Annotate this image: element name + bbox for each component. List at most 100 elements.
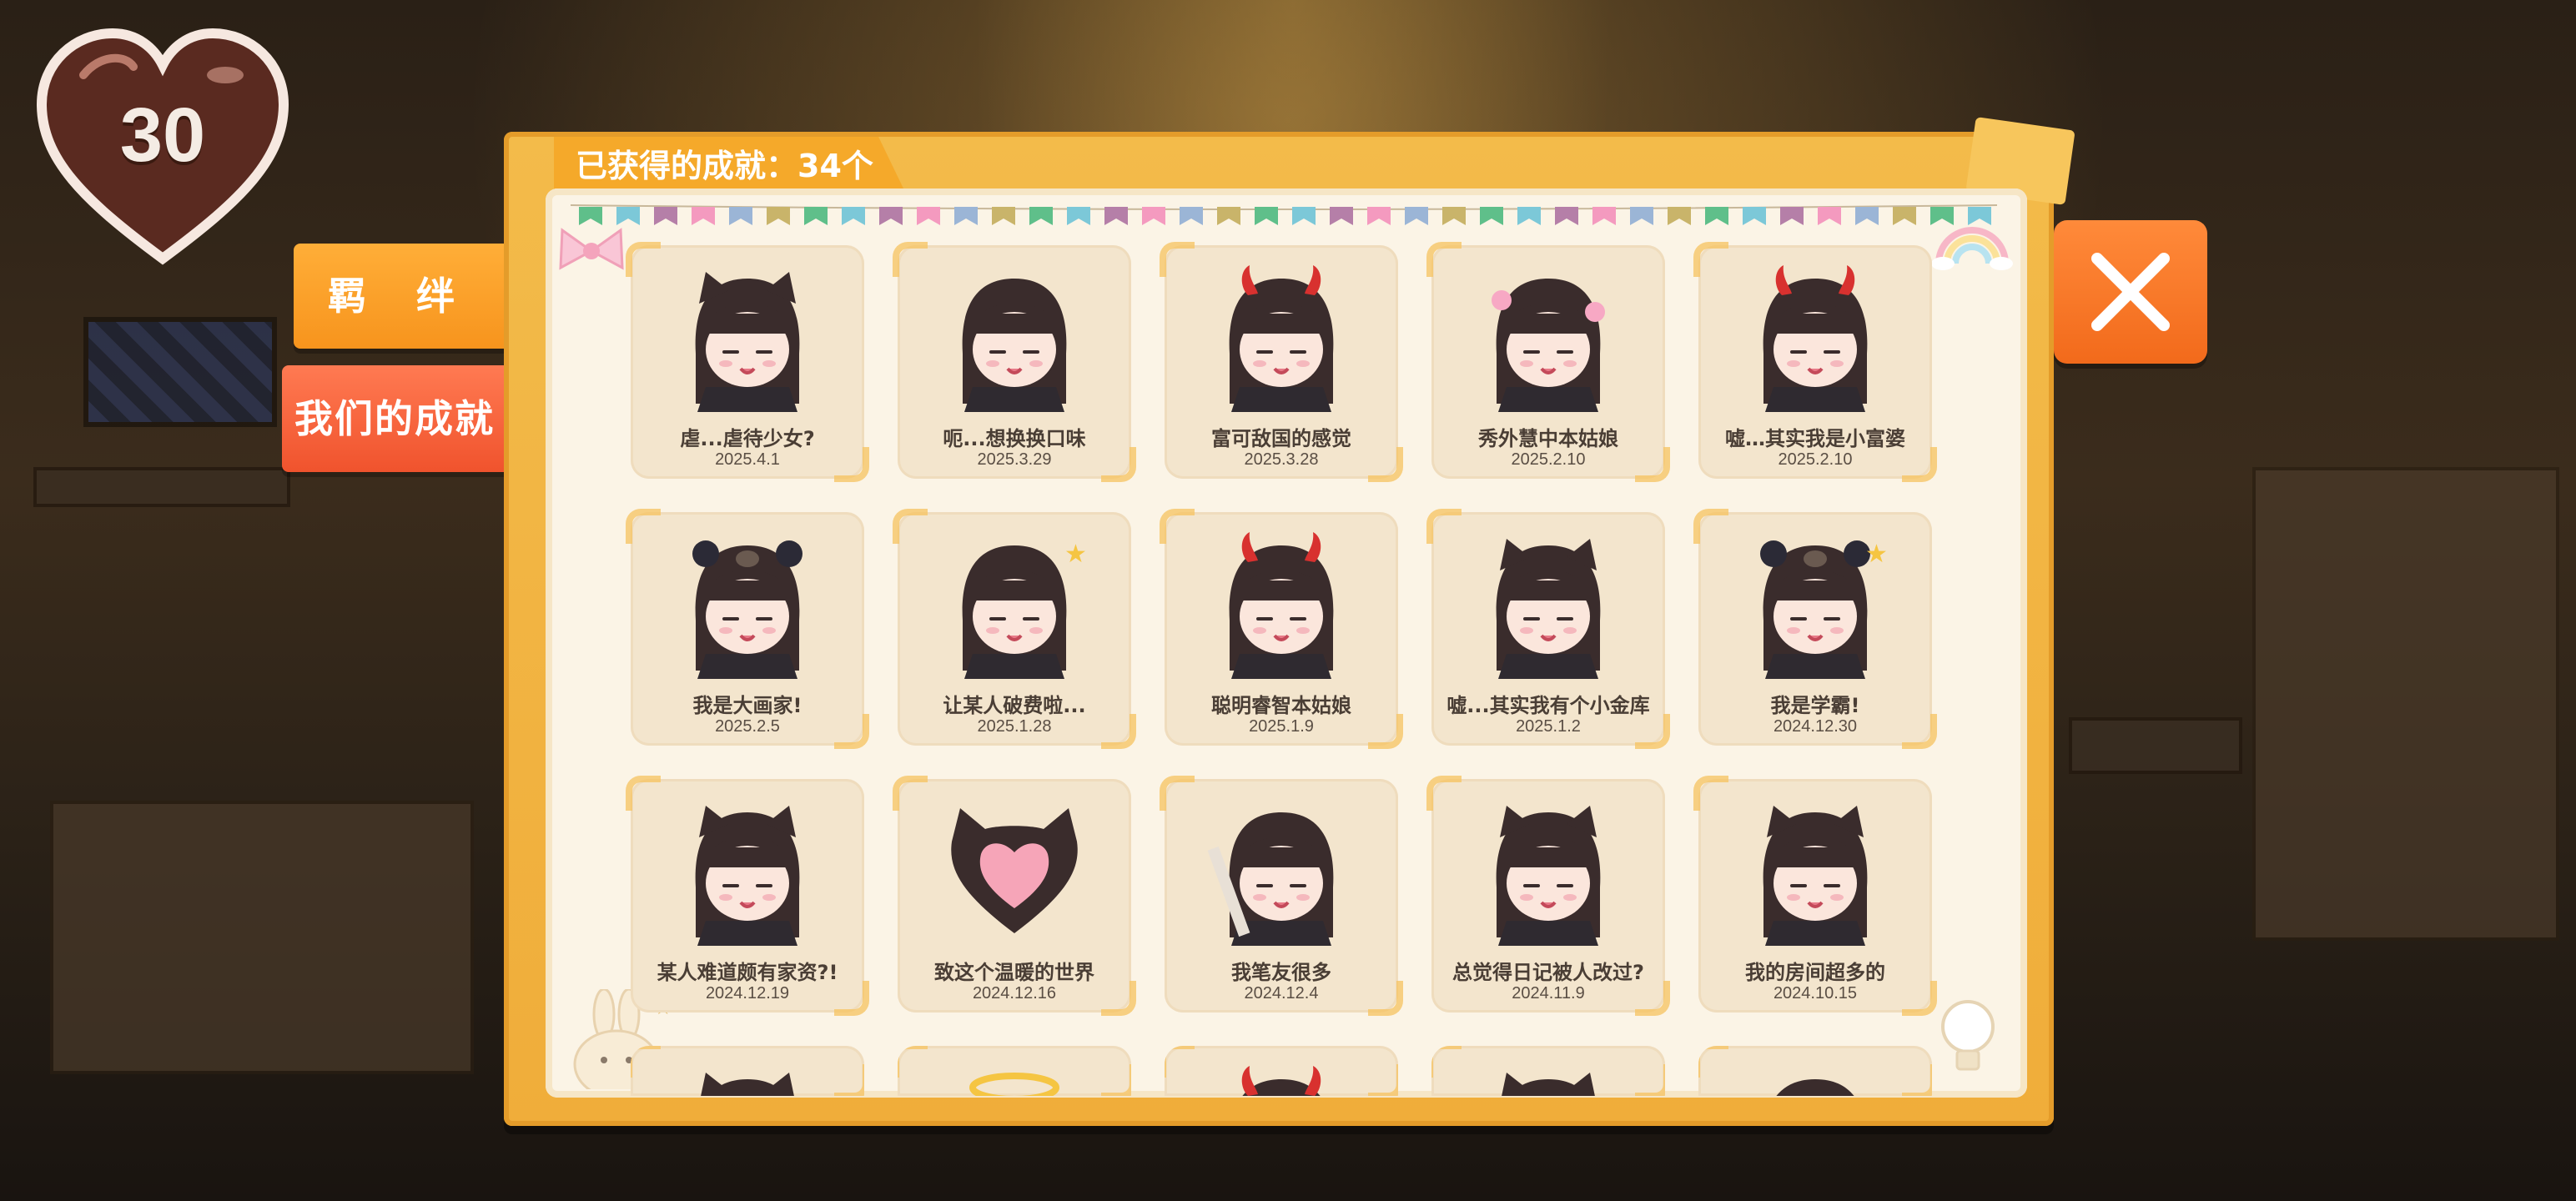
- bunting-flag: [1442, 207, 1466, 225]
- achievement-card[interactable]: 富可敌国的感觉 2025.3.28: [1160, 242, 1403, 482]
- bear-hood-girl-icon: [692, 540, 802, 679]
- card-corner-decoration: [1160, 509, 1195, 544]
- achievement-card[interactable]: [1698, 1046, 1932, 1096]
- achievement-title: 致这个温暖的世界: [934, 961, 1094, 984]
- devil-girl-wink-icon: [1763, 265, 1868, 412]
- bunting-flag: [1255, 207, 1278, 225]
- achievement-card[interactable]: 某人难道颇有家资?! 2024.12.19: [626, 776, 869, 1016]
- achievement-card[interactable]: 聪明睿智本姑娘 2025.1.9: [1160, 509, 1403, 749]
- card-corner-decoration: [626, 509, 661, 544]
- halo-icon: [969, 1073, 1059, 1096]
- achievement-title: 聪明睿智本姑娘: [1211, 694, 1351, 717]
- girl-sparkle-icon: ★: [962, 540, 1087, 679]
- svg-text:★: ★: [1064, 540, 1087, 569]
- bunting-flag: [1705, 207, 1728, 225]
- card-corner-decoration: [626, 776, 661, 811]
- rainbow-icon: [1931, 227, 2013, 270]
- card-corner-decoration: [1165, 1046, 1195, 1078]
- bunting-flag: [1029, 207, 1053, 225]
- achievement-card[interactable]: 嘘...其实我有个小金库 2025.1.2: [1426, 509, 1670, 749]
- achievement-title: 总觉得日记被人改过?: [1452, 961, 1644, 984]
- achievement-date: 2024.12.16: [972, 984, 1057, 1003]
- bunting-flag: [1668, 207, 1691, 225]
- achievement-card[interactable]: 嘘…其实我是小富婆 2025.2.10: [1693, 242, 1937, 482]
- card-corner-decoration: [1426, 776, 1462, 811]
- bunting-flag: [1142, 207, 1165, 225]
- card-corner-decoration: [893, 242, 928, 277]
- bunting-flag: [1104, 207, 1128, 225]
- achievement-date: 2025.2.5: [715, 717, 780, 736]
- tab-bond[interactable]: 羁 绊: [294, 244, 507, 349]
- bunting-flag: [992, 207, 1015, 225]
- background-shelf: [33, 467, 290, 507]
- bunting-flag: [1780, 207, 1804, 225]
- achievement-title: 呃...想换换口味: [943, 427, 1086, 450]
- achievements-panel[interactable]: ★ 虐...虐待少女?2025.4.1呃...想换换口味2025.3.29富可敌…: [546, 188, 2027, 1098]
- achievement-card[interactable]: 我笔友很多 2024.12.4: [1160, 776, 1403, 1016]
- achievement-date: 2025.2.10: [1778, 450, 1853, 469]
- achievement-title: 富可敌国的感觉: [1211, 427, 1351, 450]
- devil-girl-blush-icon: [1229, 532, 1334, 679]
- achievement-card[interactable]: ★ 我是学霸! 2024.12.30: [1693, 509, 1937, 749]
- bunting-flag: [1405, 207, 1428, 225]
- achievement-date: 2024.12.4: [1244, 984, 1319, 1003]
- achievement-card[interactable]: [1431, 1046, 1665, 1096]
- achievement-card[interactable]: [1165, 1046, 1398, 1096]
- card-corner-decoration: [1698, 1046, 1728, 1078]
- bunting-flag: [917, 207, 940, 225]
- achievement-date: 2024.10.15: [1773, 984, 1858, 1003]
- achievement-card[interactable]: ★ 让某人破费啦... 2025.1.28: [893, 509, 1136, 749]
- achievement-card[interactable]: 呃...想换换口味 2025.3.29: [893, 242, 1136, 482]
- bunting-flag: [1592, 207, 1616, 225]
- bunting-flag: [1743, 207, 1766, 225]
- bunting-flag: [1292, 207, 1316, 225]
- bear-hood-girl-star-icon: ★: [1760, 540, 1888, 679]
- achievement-card[interactable]: 虐...虐待少女? 2025.4.1: [626, 242, 869, 482]
- achievement-card[interactable]: 我是大画家! 2025.2.5: [626, 509, 869, 749]
- card-corner-decoration: [1426, 242, 1462, 277]
- card-corner-decoration: [1160, 776, 1195, 811]
- achievement-card[interactable]: 致这个温暖的世界 2024.12.16: [893, 776, 1136, 1016]
- card-corner-decoration: [1431, 1046, 1462, 1078]
- bunting-flag: [1067, 207, 1090, 225]
- bunting-flag: [804, 207, 828, 225]
- cat-ear-girl-icon: [1502, 1073, 1595, 1096]
- tab-achievements[interactable]: 我们的成就: [282, 365, 507, 472]
- achievement-date: 2024.12.30: [1773, 717, 1858, 736]
- cat-ear-girl-icon: [701, 1073, 794, 1096]
- achievement-date: 2025.4.1: [715, 450, 780, 469]
- card-corner-decoration: [1902, 1064, 1932, 1096]
- bunting-flag: [1480, 207, 1503, 225]
- card-corner-decoration: [898, 1046, 928, 1078]
- card-corner-decoration: [1693, 509, 1728, 544]
- achievement-card[interactable]: [631, 1046, 864, 1096]
- devil-girl-icon: [1241, 1066, 1321, 1096]
- card-corner-decoration: [1693, 776, 1728, 811]
- achievement-title: 嘘…其实我是小富婆: [1725, 427, 1905, 450]
- achievement-card[interactable]: 秀外慧中本姑娘 2025.2.10: [1426, 242, 1670, 482]
- achievement-title: 我的房间超多的: [1745, 961, 1885, 984]
- close-button[interactable]: [2054, 220, 2207, 364]
- bunting-flag: [1630, 207, 1653, 225]
- girl-icon: [1776, 1079, 1854, 1096]
- bunting-flag: [729, 207, 752, 225]
- bunting-flag: [1855, 207, 1879, 225]
- card-corner-decoration: [631, 1046, 661, 1078]
- achievement-title: 秀外慧中本姑娘: [1478, 427, 1618, 450]
- achievement-title: 我笔友很多: [1231, 961, 1331, 984]
- achievement-card[interactable]: 总觉得日记被人改过? 2024.11.9: [1426, 776, 1670, 1016]
- achievement-title: 我是学霸!: [1770, 694, 1860, 717]
- devil-girl-laughing-icon: [1229, 265, 1334, 412]
- background-cabinet: [50, 801, 474, 1074]
- achievement-card[interactable]: [898, 1046, 1131, 1096]
- card-corner-decoration: [1635, 1064, 1665, 1096]
- achievement-date: 2024.11.9: [1512, 984, 1585, 1003]
- bunting-flag: [954, 207, 978, 225]
- achievement-card[interactable]: 我的房间超多的 2024.10.15: [1693, 776, 1937, 1016]
- bunting-flag: [1893, 207, 1916, 225]
- cat-ear-girl-confused-icon: [1496, 806, 1601, 946]
- bunting-flag: [1180, 207, 1203, 225]
- bunting-flag: [842, 207, 865, 225]
- card-corner-decoration: [834, 1064, 864, 1096]
- achievement-date: 2025.3.29: [977, 450, 1052, 469]
